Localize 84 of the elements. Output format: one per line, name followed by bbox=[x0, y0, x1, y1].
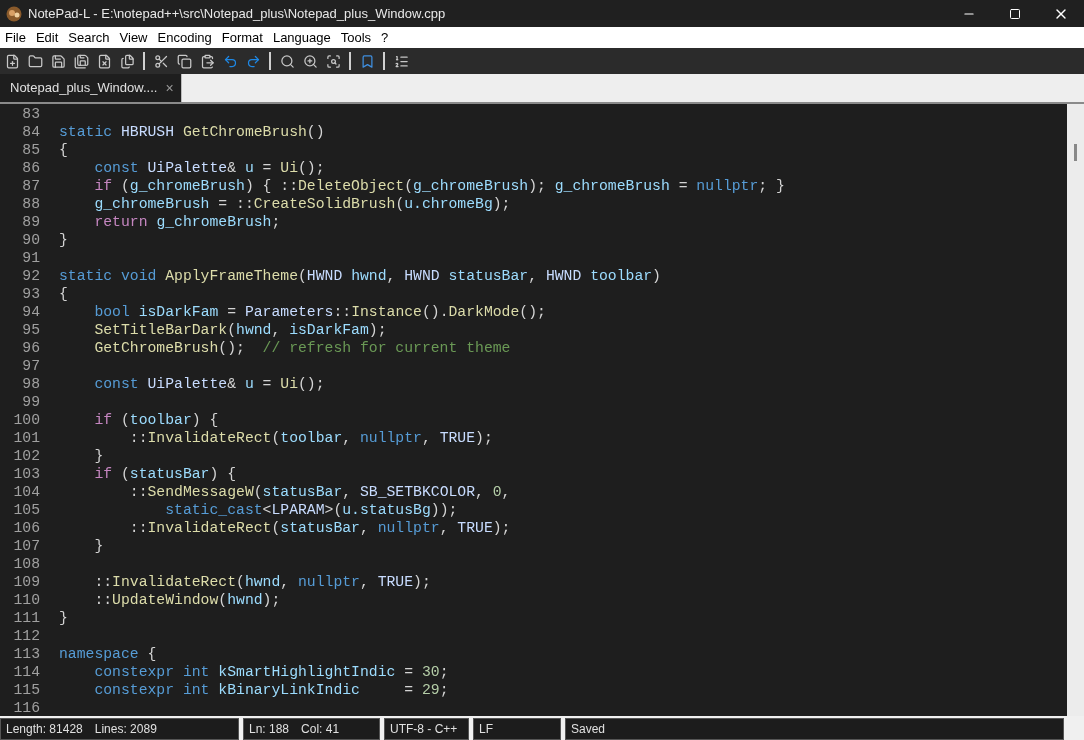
code-line: } bbox=[93, 447, 104, 465]
code-line: } bbox=[59, 231, 68, 249]
status-text: UTF-8 - C++ bbox=[390, 720, 458, 738]
code-line: static void ApplyFrameTheme(HWND hwnd, HWND statusBar, HWND toolbar) bbox=[59, 267, 661, 285]
code-line: const UiPalette& u = Ui(); bbox=[93, 159, 325, 177]
line-number: 114 bbox=[12, 663, 40, 681]
line-number: 92 bbox=[21, 267, 40, 285]
code-line: ::SendMessageW(statusBar, SB_SETBKCOLOR, 0, bbox=[128, 483, 511, 501]
line-number: 102 bbox=[12, 447, 40, 465]
code-line: ::InvalidateRect(toolbar, nullptr, TRUE); bbox=[128, 429, 493, 447]
code-line: bool isDarkFam = Parameters::Instance().DarkMode(); bbox=[93, 303, 546, 321]
scrollbar[interactable] bbox=[1067, 104, 1084, 716]
file-tab[interactable]: Notepad_plus_Window.... × bbox=[0, 74, 182, 102]
status-text: Length: 81428 bbox=[6, 720, 83, 738]
line-number: 96 bbox=[21, 339, 40, 357]
line-number: 113 bbox=[12, 645, 40, 663]
code-line: constexpr int kSmartHighlightIndic = 30; bbox=[93, 663, 449, 681]
app-icon bbox=[6, 5, 22, 22]
line-number: 112 bbox=[12, 627, 40, 645]
line-number: 86 bbox=[21, 159, 40, 177]
line-number: 107 bbox=[12, 537, 40, 555]
line-number: 101 bbox=[12, 429, 40, 447]
tab-label: Notepad_plus_Window.... bbox=[10, 79, 158, 98]
code-line: constexpr int kBinaryLinkIndic = 29; bbox=[93, 681, 449, 699]
tab-close-button[interactable]: × bbox=[165, 77, 174, 99]
line-number: 87 bbox=[21, 177, 40, 195]
line-number: 104 bbox=[12, 483, 40, 501]
line-number: 111 bbox=[12, 609, 40, 627]
line-number: 106 bbox=[12, 519, 40, 537]
code-line: namespace { bbox=[59, 645, 157, 663]
line-number: 84 bbox=[21, 123, 40, 141]
code-line: { bbox=[59, 141, 68, 159]
code-line: if (toolbar) { bbox=[93, 411, 219, 429]
line-number: 99 bbox=[21, 393, 40, 411]
line-number: 88 bbox=[21, 195, 40, 213]
line-number: 93 bbox=[21, 285, 40, 303]
line-number: 100 bbox=[12, 411, 40, 429]
line-number: 109 bbox=[12, 573, 40, 591]
line-number: 103 bbox=[12, 465, 40, 483]
code-line: const UiPalette& u = Ui(); bbox=[93, 375, 325, 393]
menu-item[interactable]: ? bbox=[376, 27, 394, 48]
status-text: Col: 41 bbox=[301, 720, 340, 738]
line-number: 105 bbox=[12, 501, 40, 519]
code-line: SetTitleBarDark(hwnd, isDarkFam); bbox=[93, 321, 387, 339]
line-number: 94 bbox=[21, 303, 40, 321]
code-line: return g_chromeBrush; bbox=[93, 213, 281, 231]
line-number: 95 bbox=[21, 321, 40, 339]
menu-item[interactable]: Search bbox=[63, 27, 115, 48]
code-line: if (g_chromeBrush) { ::DeleteObject(g_chromeBrush); g_chromeBrush = nullptr; } bbox=[93, 177, 785, 195]
line-number: 97 bbox=[21, 357, 40, 375]
code-line: GetChromeBrush(); // refresh for current theme bbox=[93, 339, 511, 357]
line-number: 116 bbox=[12, 699, 40, 717]
code-line: } bbox=[59, 609, 68, 627]
line-number: 115 bbox=[12, 681, 40, 699]
scroll-thumb[interactable] bbox=[1074, 144, 1077, 161]
menu-item[interactable]: Format bbox=[216, 27, 268, 48]
line-number: 91 bbox=[21, 249, 40, 267]
code-line: ::UpdateWindow(hwnd); bbox=[93, 591, 281, 609]
status-text: Saved bbox=[571, 720, 606, 738]
menu-item[interactable]: File bbox=[0, 27, 31, 48]
menu-item[interactable]: Encoding bbox=[152, 27, 217, 48]
line-number: 98 bbox=[21, 375, 40, 393]
line-number: 108 bbox=[12, 555, 40, 573]
menu-item[interactable]: View bbox=[114, 27, 153, 48]
code-line: { bbox=[59, 285, 68, 303]
code-line: static HBRUSH GetChromeBrush() bbox=[59, 123, 325, 141]
code-line: } bbox=[93, 537, 104, 555]
status-text: LF bbox=[479, 720, 493, 738]
menu-item[interactable]: Edit bbox=[30, 27, 64, 48]
menu-item[interactable]: Tools bbox=[335, 27, 377, 48]
code-line: if (statusBar) { bbox=[93, 465, 237, 483]
status-text: Lines: 2089 bbox=[94, 720, 157, 738]
code-line: ::InvalidateRect(statusBar, nullptr, TRUE); bbox=[128, 519, 511, 537]
code-line: static_cast<LPARAM>(u.statusBg)); bbox=[164, 501, 458, 519]
line-number: 89 bbox=[21, 213, 40, 231]
line-number: 110 bbox=[12, 591, 40, 609]
line-number: 90 bbox=[21, 231, 40, 249]
status-text: Ln: 188 bbox=[249, 720, 290, 738]
line-number: 83 bbox=[21, 105, 40, 123]
window-title: NotePad-L - E:\notepad++\src\Notepad_plus\Notepad_plus_Window.cpp bbox=[28, 4, 446, 23]
line-number: 85 bbox=[21, 141, 40, 159]
menu-item[interactable]: Language bbox=[267, 27, 336, 48]
code-line: ::InvalidateRect(hwnd, nullptr, TRUE); bbox=[93, 573, 431, 591]
code-line: g_chromeBrush = ::CreateSolidBrush(u.chromeBg); bbox=[93, 195, 511, 213]
